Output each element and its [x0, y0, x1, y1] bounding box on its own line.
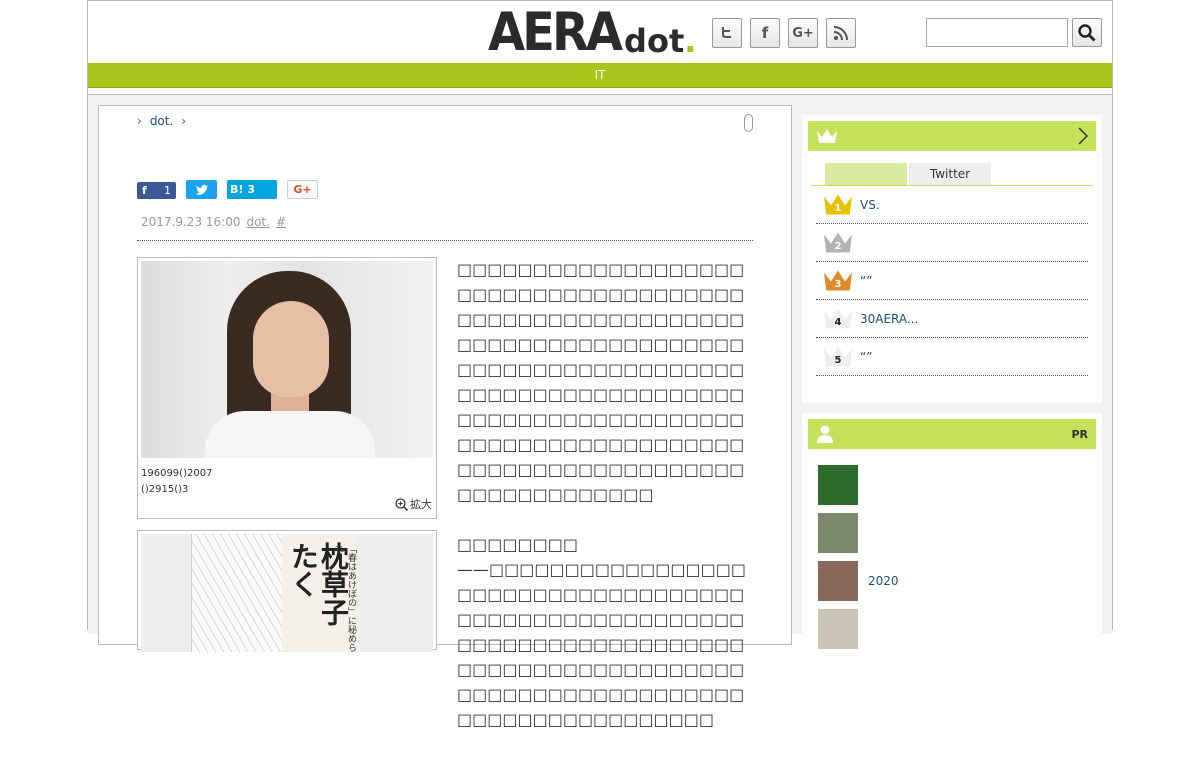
site-header: AERA dot. f G+ [88, 0, 1112, 63]
pr-list: 2020 [808, 449, 1096, 653]
tab-access[interactable] [825, 163, 907, 185]
article-main: › dot. › f 1 B! 3 G+ 2017.9.23 16:00 dot… [98, 105, 792, 729]
zoom-in-icon [395, 497, 408, 511]
rss-icon[interactable] [826, 18, 856, 48]
chevron-right-icon: › [181, 114, 187, 128]
pr-item[interactable]: 2020 [818, 557, 1086, 605]
article-paragraph: □□□□□□□□□□□□□□□□□□□□□□□□□□□□□□□□□□□□□□□□… [457, 260, 745, 504]
book-cover-image: 枕草子 たく 「春はあけぼの」に秘められ [141, 534, 433, 652]
twitter-share-button[interactable] [186, 180, 217, 199]
content-area: › dot. › f 1 B! 3 G+ 2017.9.23 16:00 dot… [88, 94, 1112, 729]
ranking-title[interactable]: VS. [860, 198, 880, 212]
article-source-link[interactable]: dot. [246, 215, 269, 229]
article-hash-link[interactable]: # [276, 215, 286, 229]
ranking-header[interactable] [808, 121, 1096, 151]
nav-item-it[interactable]: IT [595, 68, 606, 82]
google-plus-share-button[interactable]: G+ [287, 180, 318, 199]
hatena-icon: B! [230, 183, 244, 196]
rank-badge-icon: 4 [824, 307, 852, 331]
rank-badge-icon: 3 [824, 269, 852, 293]
social-links: f G+ [712, 18, 856, 48]
pr-header: PR [808, 419, 1096, 449]
ranking-title[interactable]: “” [860, 350, 872, 364]
ranking-item[interactable]: 2 [816, 224, 1088, 262]
breadcrumb: › dot. › [137, 114, 186, 128]
twitter-icon[interactable] [712, 18, 742, 48]
pr-title[interactable]: 2020 [868, 574, 899, 588]
article-body: □□□□□□□□□□□□□□□□□□□□□□□□□□□□□□□□□□□□□□□□… [457, 257, 757, 757]
article-photo[interactable]: 196099()2007 ()2915()3 拡大 [137, 257, 437, 519]
ranking-item[interactable]: 3 “” [816, 262, 1088, 300]
ranking-list: 1 VS. 2 3 “” 4 30AERA... 5 “” [816, 186, 1088, 376]
book-subtitle: 「春はあけぼの」に秘められ [333, 544, 356, 652]
article-meta: 2017.9.23 16:00 dot. # [141, 215, 286, 229]
logo-aera-text: AERA [488, 1, 623, 64]
book-cover-photo[interactable]: 枕草子 たく 「春はあけぼの」に秘められ [137, 530, 437, 652]
logo-dot-text: dot. [624, 22, 697, 60]
ranking-widget: Twitter 1 VS. 2 3 “” 4 30AERA... 5 “” [802, 115, 1102, 403]
tab-twitter[interactable]: Twitter [909, 163, 991, 185]
article-paragraph: ——□□□□□□□□□□□□□□□□□□□□□□□□□□□□□□□□□□□□□□… [457, 560, 746, 729]
search-button[interactable] [1072, 18, 1102, 47]
ranking-item[interactable]: 4 30AERA... [816, 300, 1088, 338]
pr-widget: PR 2020 [802, 413, 1102, 653]
pr-thumbnail[interactable] [818, 561, 858, 601]
pr-item[interactable] [818, 509, 1086, 557]
pr-item[interactable] [818, 605, 1086, 653]
article-date: 2017.9.23 16:00 [141, 215, 241, 229]
chevron-right-icon: › [137, 114, 142, 128]
share-buttons: f 1 B! 3 G+ [137, 180, 318, 199]
facebook-icon: f [142, 184, 147, 197]
pr-label: PR [1071, 427, 1088, 441]
rank-badge-icon: 5 [824, 345, 852, 369]
ranking-item[interactable]: 5 “” [816, 338, 1088, 376]
pr-thumbnail[interactable] [818, 609, 858, 649]
pr-item[interactable] [818, 461, 1086, 509]
sidebar: Twitter 1 VS. 2 3 “” 4 30AERA... 5 “” PR… [802, 115, 1102, 653]
google-plus-icon[interactable]: G+ [788, 18, 818, 48]
chevron-right-icon [1078, 127, 1088, 145]
pr-thumbnail[interactable] [818, 513, 858, 553]
category-nav: IT [88, 63, 1112, 88]
breadcrumb-item-dot[interactable]: dot. [150, 114, 173, 128]
page-wrapper: AERA dot. f G+ IT › dot. › f 1 B! 3 G+ 2… [87, 0, 1113, 729]
clip-icon[interactable] [744, 114, 753, 132]
facebook-share-button[interactable]: f 1 [137, 182, 176, 199]
zoom-button[interactable]: 拡大 [395, 496, 432, 512]
rank-badge-icon: 1 [824, 193, 852, 217]
rank-badge-icon: 2 [824, 231, 852, 255]
ranking-title[interactable]: 30AERA... [860, 312, 918, 326]
divider [137, 240, 753, 241]
search-input[interactable] [926, 18, 1068, 47]
ranking-tabs: Twitter [811, 163, 1093, 186]
twitter-icon [195, 184, 208, 195]
ranking-item[interactable]: 1 VS. [816, 186, 1088, 224]
person-icon [817, 425, 833, 443]
search-icon [1078, 23, 1096, 41]
zoom-label: 拡大 [410, 498, 432, 511]
crown-icon [817, 129, 837, 143]
site-logo[interactable]: AERA dot. [488, 1, 697, 64]
facebook-icon[interactable]: f [750, 18, 780, 48]
hatena-count: 3 [247, 183, 256, 196]
article-subheading: □□□□□□□□ [457, 535, 578, 554]
pr-thumbnail[interactable] [818, 465, 858, 505]
facebook-share-count: 1 [164, 184, 171, 197]
photo-caption: 196099()2007 ()2915()3 [141, 468, 213, 495]
hatena-bookmark-button[interactable]: B! 3 [227, 180, 277, 199]
ranking-title[interactable]: “” [860, 274, 872, 288]
portrait-image [141, 261, 433, 458]
